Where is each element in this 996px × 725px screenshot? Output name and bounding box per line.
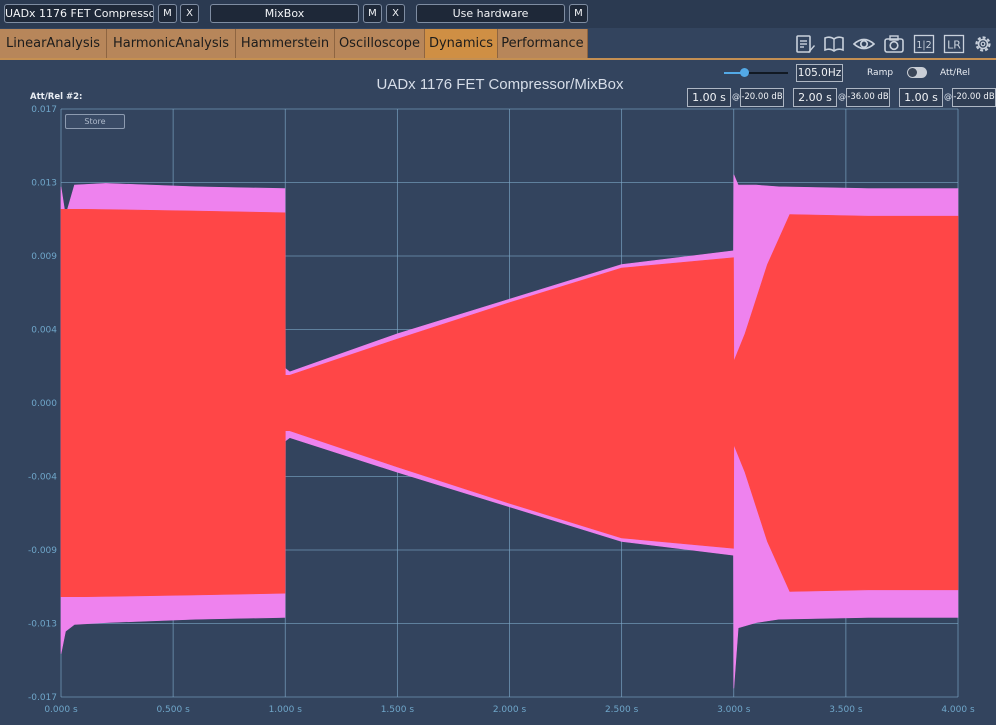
y-tick-label: 0.000 [31,399,57,409]
y-tick-label: 0.017 [31,105,57,115]
x-tick-label: 4.000 s [941,705,975,715]
y-tick-label: 0.009 [31,252,57,262]
x-tick-label: 1.000 s [269,705,303,715]
x-tick-label: 0.500 s [156,705,190,715]
y-axis-ticks: 0.017 0.013 0.009 0.004 0.000 -0.004 -0.009 -0.… [28,105,57,703]
dynamics-waveform-chart: 0.017 0.013 0.009 0.004 0.000 -0.004 -0.009 -0.… [28,105,975,715]
x-tick-label: 3.000 s [717,705,751,715]
store-button[interactable]: Store [65,114,125,129]
x-tick-label: 2.500 s [605,705,639,715]
y-tick-label: -0.017 [28,693,57,703]
y-tick-label: -0.013 [28,620,57,630]
y-tick-label: -0.004 [28,473,57,483]
y-tick-label: 0.013 [31,179,57,189]
y-tick-label: -0.009 [28,546,57,556]
x-tick-label: 3.500 s [829,705,863,715]
x-tick-label: 0.000 s [44,705,78,715]
x-axis-ticks: 0.000 s 0.500 s 1.000 s 1.500 s 2.000 s 2.500… [44,705,975,715]
x-tick-label: 2.000 s [493,705,527,715]
x-tick-label: 1.500 s [381,705,415,715]
y-tick-label: 0.004 [31,326,57,336]
